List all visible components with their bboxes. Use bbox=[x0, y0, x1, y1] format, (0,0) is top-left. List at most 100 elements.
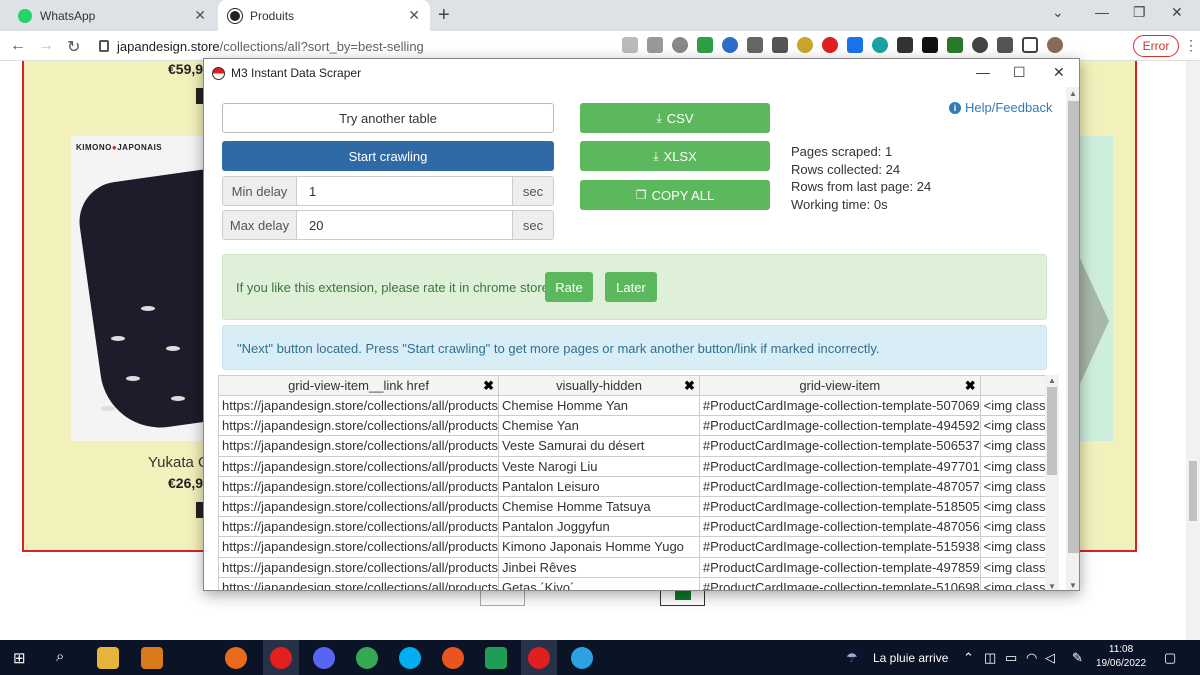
table-cell[interactable]: https://japandesign.store/collections/al… bbox=[218, 475, 500, 497]
table-cell[interactable]: https://japandesign.store/collections/al… bbox=[218, 415, 500, 437]
remove-column-icon[interactable]: ✖ bbox=[483, 378, 494, 394]
clock[interactable]: 11:08 19/06/2022 bbox=[1096, 643, 1146, 671]
chrome-icon[interactable] bbox=[356, 647, 378, 669]
volume-icon[interactable]: ◁ bbox=[1045, 650, 1055, 666]
camera-icon[interactable] bbox=[747, 37, 763, 53]
download-icon[interactable] bbox=[847, 37, 863, 53]
table-cell[interactable]: Chemise Homme Yan bbox=[498, 394, 700, 417]
table-cell[interactable]: https://japandesign.store/collections/al… bbox=[218, 556, 500, 578]
extension-tool-icon[interactable] bbox=[772, 37, 788, 53]
discord-icon[interactable] bbox=[313, 647, 335, 669]
table-cell[interactable]: #ProductCardImage-collection-template-51… bbox=[698, 576, 981, 590]
table-cell[interactable]: Pantalon Leisuro bbox=[498, 475, 700, 497]
chevron-up-icon[interactable]: ⌃ bbox=[963, 650, 974, 666]
table-cell[interactable]: #ProductCardImage-collection-template-49… bbox=[698, 415, 981, 437]
restore-icon[interactable]: ❐ bbox=[1133, 4, 1146, 21]
extension-arrows-icon[interactable] bbox=[947, 37, 963, 53]
tab-whatsapp[interactable]: WhatsApp ✕ bbox=[8, 0, 216, 31]
table-cell[interactable]: #ProductCardImage-collection-template-49… bbox=[698, 455, 981, 477]
remove-column-icon[interactable]: ✖ bbox=[684, 378, 695, 394]
skype-icon[interactable] bbox=[399, 647, 421, 669]
page-scrollbar[interactable] bbox=[1186, 61, 1200, 640]
pokeball-extension-icon[interactable] bbox=[822, 37, 838, 53]
later-button[interactable]: Later bbox=[605, 272, 657, 302]
telegram-icon[interactable] bbox=[571, 647, 593, 669]
xlsx-button[interactable]: ⤓ XLSX bbox=[580, 141, 770, 171]
table-cell[interactable]: https://japandesign.store/collections/al… bbox=[218, 576, 500, 590]
table-cell[interactable]: https://japandesign.store/collections/al… bbox=[218, 495, 500, 518]
product-image-right[interactable] bbox=[1079, 136, 1113, 441]
menu-kebab-icon[interactable]: ⋮ bbox=[1184, 37, 1198, 54]
pen-icon[interactable]: ✎ bbox=[1072, 650, 1083, 666]
sidebar-icon[interactable] bbox=[1022, 37, 1038, 53]
close-window-icon[interactable]: ✕ bbox=[1171, 4, 1183, 21]
table-cell[interactable]: Getas ´Kiyo´ bbox=[498, 576, 700, 590]
rate-button[interactable]: Rate bbox=[545, 272, 593, 302]
table-cell[interactable]: Jinbei Rêves bbox=[498, 556, 700, 578]
reload-icon[interactable]: ↻ bbox=[67, 37, 80, 57]
column-header[interactable]: grid-view-item__link href ✖ bbox=[218, 375, 500, 396]
product-image[interactable]: KIMONO●JAPONAIS bbox=[71, 136, 206, 441]
min-delay-input[interactable]: 1 bbox=[297, 176, 512, 206]
shield-icon[interactable] bbox=[672, 37, 688, 53]
opera-icon[interactable] bbox=[270, 647, 292, 669]
scraper-app-icon[interactable] bbox=[528, 647, 550, 669]
table-cell[interactable]: https://japandesign.store/collections/al… bbox=[218, 455, 500, 477]
windows-start-icon[interactable]: ⊞ bbox=[13, 649, 26, 667]
back-icon[interactable]: ← bbox=[10, 37, 26, 55]
share-icon[interactable] bbox=[622, 37, 638, 53]
bookmark-star-icon[interactable] bbox=[647, 37, 663, 53]
weather-icon[interactable]: ☂ bbox=[846, 650, 858, 666]
table-cell[interactable]: #ProductCardImage-collection-template-50… bbox=[698, 435, 981, 457]
remove-column-icon[interactable]: ✖ bbox=[965, 378, 976, 394]
error-button[interactable]: Error bbox=[1133, 35, 1179, 57]
product-name[interactable]: Yukata G bbox=[148, 454, 210, 471]
max-delay-input[interactable]: 20 bbox=[297, 210, 512, 240]
column-header[interactable]: grid-view-item ✖ bbox=[698, 375, 981, 396]
close-tab-icon[interactable]: ✕ bbox=[408, 7, 420, 24]
close-icon[interactable]: ✕ bbox=[1053, 64, 1065, 81]
help-feedback-link[interactable]: i Help/Feedback bbox=[949, 100, 1052, 115]
megaphone-icon[interactable] bbox=[897, 37, 913, 53]
table-cell[interactable]: Veste Narogi Liu bbox=[498, 455, 700, 477]
column-header[interactable]: visually-hidden ✖ bbox=[498, 375, 700, 396]
close-tab-icon[interactable]: ✕ bbox=[194, 7, 206, 24]
extension-plus-icon[interactable] bbox=[697, 37, 713, 53]
extension-black-icon[interactable] bbox=[922, 37, 938, 53]
address-bar[interactable]: japandesign.store/collections/all?sort_b… bbox=[93, 34, 673, 58]
extension-compass-icon[interactable] bbox=[972, 37, 988, 53]
start-crawling-button[interactable]: Start crawling bbox=[222, 141, 554, 171]
new-tab-icon[interactable]: + bbox=[438, 4, 450, 27]
table-cell[interactable]: Veste Samurai du désert bbox=[498, 435, 700, 457]
table-cell[interactable]: https://japandesign.store/collections/al… bbox=[218, 536, 500, 558]
table-cell[interactable]: #ProductCardImage-collection-template-51… bbox=[698, 495, 981, 518]
maximize-icon[interactable]: ☐ bbox=[1013, 64, 1026, 81]
search-icon[interactable]: ⌕ bbox=[56, 648, 64, 665]
weather-text[interactable]: La pluie arrive bbox=[873, 651, 948, 665]
extension-globe-icon[interactable] bbox=[872, 37, 888, 53]
ubuntu-icon[interactable] bbox=[442, 647, 464, 669]
sheets-icon[interactable] bbox=[485, 647, 507, 669]
popup-titlebar[interactable]: M3 Instant Data Scraper — ☐ ✕ bbox=[204, 59, 1079, 87]
try-another-table-button[interactable]: Try another table bbox=[222, 103, 554, 133]
popup-scrollbar[interactable]: ▲ ▼ bbox=[1066, 87, 1079, 590]
table-cell[interactable]: Chemise Homme Tatsuya bbox=[498, 495, 700, 518]
table-cell[interactable]: #ProductCardImage-collection-template-48… bbox=[698, 475, 981, 497]
tab-produits[interactable]: Produits ✕ bbox=[218, 0, 430, 31]
avatar[interactable] bbox=[1047, 37, 1063, 53]
meet-icon[interactable]: ◫ bbox=[984, 650, 996, 666]
battery-icon[interactable]: ▭ bbox=[1005, 650, 1017, 666]
file-explorer-icon[interactable] bbox=[97, 647, 119, 669]
minimize-icon[interactable]: — bbox=[1095, 4, 1109, 20]
table-cell[interactable]: #ProductCardImage-collection-template-51… bbox=[698, 536, 981, 558]
extension-circle-icon[interactable] bbox=[722, 37, 738, 53]
table-cell[interactable]: https://japandesign.store/collections/al… bbox=[218, 394, 500, 417]
notification-icon[interactable]: ▢ bbox=[1164, 650, 1176, 666]
table-cell[interactable]: #ProductCardImage-collection-template-48… bbox=[698, 516, 981, 538]
table-cell[interactable]: https://japandesign.store/collections/al… bbox=[218, 516, 500, 538]
firefox-icon[interactable] bbox=[225, 647, 247, 669]
table-cell[interactable]: Chemise Yan bbox=[498, 415, 700, 437]
wifi-icon[interactable]: ◠ bbox=[1026, 650, 1037, 666]
forward-icon[interactable]: → bbox=[38, 37, 54, 55]
minimize-icon[interactable]: — bbox=[976, 64, 990, 80]
